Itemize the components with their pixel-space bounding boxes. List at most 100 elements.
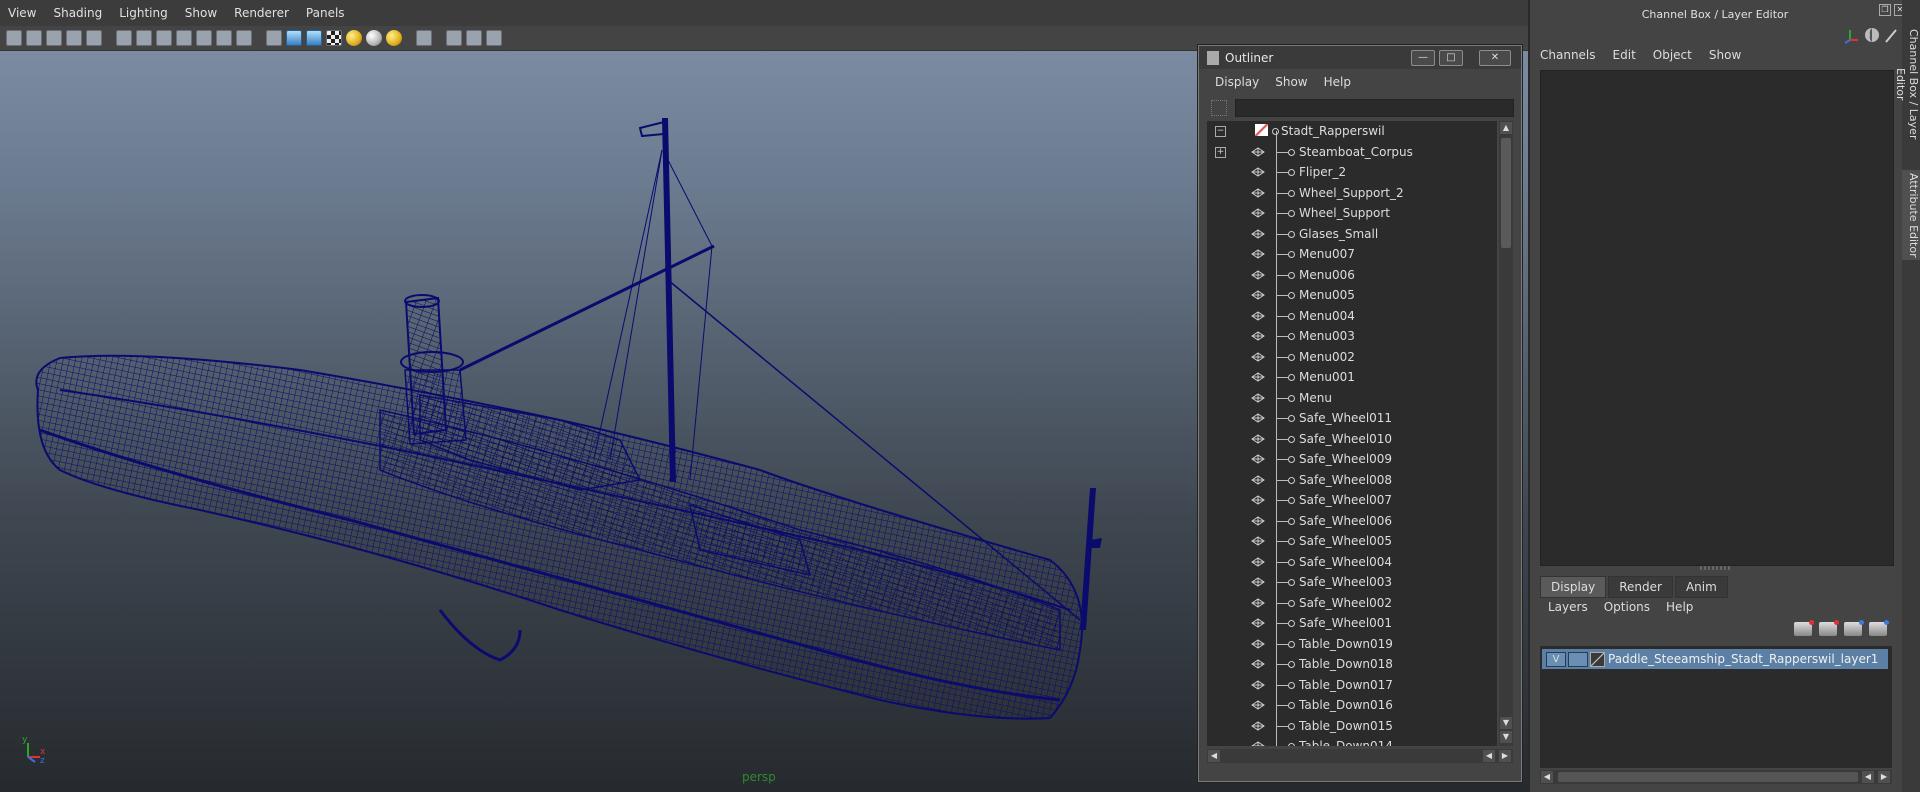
- layer-row[interactable]: V Paddle_Steeamship_Stadt_Rapperswil_lay…: [1542, 649, 1888, 669]
- move-layer-down-icon[interactable]: [1819, 620, 1839, 636]
- outliner-menu-help[interactable]: Help: [1324, 75, 1351, 89]
- tree-row[interactable]: Safe_Wheel006: [1207, 511, 1497, 531]
- tab-render[interactable]: Render: [1608, 576, 1673, 598]
- outliner-scroll-thumb[interactable]: [1501, 138, 1511, 248]
- tree-row-root[interactable]: − Stadt_Rapperswil: [1207, 121, 1497, 141]
- tree-row[interactable]: Table_Down015: [1207, 716, 1497, 736]
- default-light-icon[interactable]: [386, 30, 402, 46]
- tree-row[interactable]: Menu001: [1207, 367, 1497, 387]
- layer-horizontal-scrollbar[interactable]: ◀ ◀ ▶: [1540, 770, 1892, 784]
- tree-row[interactable]: Wheel_Support_2: [1207, 183, 1497, 203]
- safe-action-icon[interactable]: [216, 30, 232, 46]
- menu-renderer[interactable]: Renderer: [234, 6, 289, 20]
- tree-row[interactable]: Glases_Small: [1207, 224, 1497, 244]
- layer-menu-help[interactable]: Help: [1666, 600, 1693, 614]
- camera-attributes-icon[interactable]: [26, 30, 42, 46]
- tab-display[interactable]: Display: [1540, 576, 1607, 598]
- menu-panels[interactable]: Panels: [306, 6, 345, 20]
- layer-scroll-thumb[interactable]: [1558, 772, 1858, 782]
- tree-row[interactable]: Wheel_Support: [1207, 203, 1497, 223]
- tree-row[interactable]: Safe_Wheel011: [1207, 408, 1497, 428]
- outliner-filter-input[interactable]: [1235, 99, 1514, 117]
- safe-title-icon[interactable]: [236, 30, 252, 46]
- tree-row[interactable]: Safe_Wheel002: [1207, 593, 1497, 613]
- scroll-up-arrow-icon[interactable]: ▲: [1500, 122, 1512, 134]
- textured-icon[interactable]: [326, 30, 342, 46]
- tree-row[interactable]: Menu004: [1207, 306, 1497, 326]
- smooth-shade-icon[interactable]: [286, 30, 302, 46]
- tree-row[interactable]: Menu003: [1207, 326, 1497, 346]
- collapse-icon[interactable]: −: [1215, 126, 1226, 137]
- menu-lighting[interactable]: Lighting: [119, 6, 168, 20]
- tree-row[interactable]: Safe_Wheel010: [1207, 429, 1497, 449]
- close-button[interactable]: ✕: [1479, 50, 1511, 66]
- tree-row[interactable]: Menu006: [1207, 265, 1497, 285]
- xray-active-icon[interactable]: [486, 30, 502, 46]
- tree-row[interactable]: Fliper_2: [1207, 162, 1497, 182]
- ship-wireframe[interactable]: [0, 50, 1200, 792]
- layer-list[interactable]: V Paddle_Steeamship_Stadt_Rapperswil_lay…: [1540, 646, 1892, 768]
- filter-icon[interactable]: [1211, 100, 1227, 116]
- tree-row[interactable]: Safe_Wheel004: [1207, 552, 1497, 572]
- cb-menu-channels[interactable]: Channels: [1540, 48, 1596, 62]
- wireframe-on-shaded-icon[interactable]: [306, 30, 322, 46]
- tree-row[interactable]: Menu007: [1207, 244, 1497, 264]
- grid-icon[interactable]: [116, 30, 132, 46]
- expand-icon[interactable]: +: [1215, 146, 1226, 158]
- layer-playback-toggle[interactable]: [1568, 652, 1588, 667]
- scroll-right-arrow-icon[interactable]: ▶: [1499, 750, 1511, 762]
- layer-visibility-toggle[interactable]: V: [1546, 652, 1566, 667]
- xray-joints-icon[interactable]: [466, 30, 482, 46]
- tree-row[interactable]: + Steamboat_Corpus: [1207, 142, 1497, 162]
- tree-row[interactable]: Table_Down017: [1207, 675, 1497, 695]
- layer-menu-options[interactable]: Options: [1604, 600, 1650, 614]
- tree-row[interactable]: Menu005: [1207, 285, 1497, 305]
- xray-icon[interactable]: [446, 30, 462, 46]
- scroll-down-arrow-icon[interactable]: ▼: [1500, 717, 1512, 729]
- move-layer-up-icon[interactable]: [1794, 620, 1814, 636]
- tree-row[interactable]: Menu002: [1207, 347, 1497, 367]
- scroll-left-arrow-icon[interactable]: ◀: [1483, 750, 1495, 762]
- new-empty-layer-icon[interactable]: [1844, 620, 1864, 636]
- menu-view[interactable]: View: [8, 6, 36, 20]
- menu-shading[interactable]: Shading: [53, 6, 102, 20]
- side-tab-attribute-editor[interactable]: Attribute Editor: [1902, 170, 1920, 260]
- tree-row[interactable]: Safe_Wheel008: [1207, 470, 1497, 490]
- bookmarks-icon[interactable]: [46, 30, 62, 46]
- two-d-pan-icon[interactable]: [86, 30, 102, 46]
- select-camera-icon[interactable]: [6, 30, 22, 46]
- cb-menu-show[interactable]: Show: [1709, 48, 1741, 62]
- layer-menu-layers[interactable]: Layers: [1548, 600, 1588, 614]
- image-plane-icon[interactable]: [66, 30, 82, 46]
- outliner-horizontal-scrollbar[interactable]: ◀ ◀ ▶: [1207, 749, 1513, 763]
- tree-row[interactable]: Table_Down019: [1207, 634, 1497, 654]
- use-all-lights-icon[interactable]: [346, 30, 362, 46]
- film-gate-icon[interactable]: [136, 30, 152, 46]
- shadows-icon[interactable]: [366, 30, 382, 46]
- outliner-menu-show[interactable]: Show: [1275, 75, 1307, 89]
- scroll-down-arrow-icon[interactable]: ▼: [1500, 731, 1512, 743]
- float-panel-icon[interactable]: ❐: [1879, 4, 1891, 16]
- outliner-menu-display[interactable]: Display: [1215, 75, 1259, 89]
- channel-box-area[interactable]: [1540, 70, 1894, 566]
- gate-mask-icon[interactable]: [176, 30, 192, 46]
- outliner-titlebar[interactable]: Outliner — □ ✕: [1199, 46, 1521, 69]
- side-tab-channel-box[interactable]: Channel Box / Layer Editor: [1894, 14, 1920, 154]
- outliner-tree[interactable]: − Stadt_Rapperswil + Steamboat_Corpus Flip…: [1207, 121, 1497, 746]
- isolate-select-icon[interactable]: [416, 30, 432, 46]
- panel-splitter[interactable]: [1700, 566, 1730, 570]
- scroll-right-arrow-icon[interactable]: ▶: [1878, 771, 1890, 783]
- layer-color-swatch[interactable]: [1590, 652, 1605, 667]
- tree-row[interactable]: Table_Down018: [1207, 654, 1497, 674]
- tree-row[interactable]: Safe_Wheel005: [1207, 531, 1497, 551]
- tree-row[interactable]: Safe_Wheel009: [1207, 449, 1497, 469]
- tree-row[interactable]: Safe_Wheel001: [1207, 613, 1497, 633]
- cb-menu-object[interactable]: Object: [1653, 48, 1692, 62]
- tree-row[interactable]: Table_Down014: [1207, 736, 1497, 746]
- minimize-button[interactable]: —: [1411, 50, 1435, 66]
- new-layer-selected-icon[interactable]: [1869, 620, 1889, 636]
- cb-menu-edit[interactable]: Edit: [1613, 48, 1636, 62]
- field-chart-icon[interactable]: [196, 30, 212, 46]
- tree-row[interactable]: Safe_Wheel007: [1207, 490, 1497, 510]
- tree-row[interactable]: Table_Down016: [1207, 695, 1497, 715]
